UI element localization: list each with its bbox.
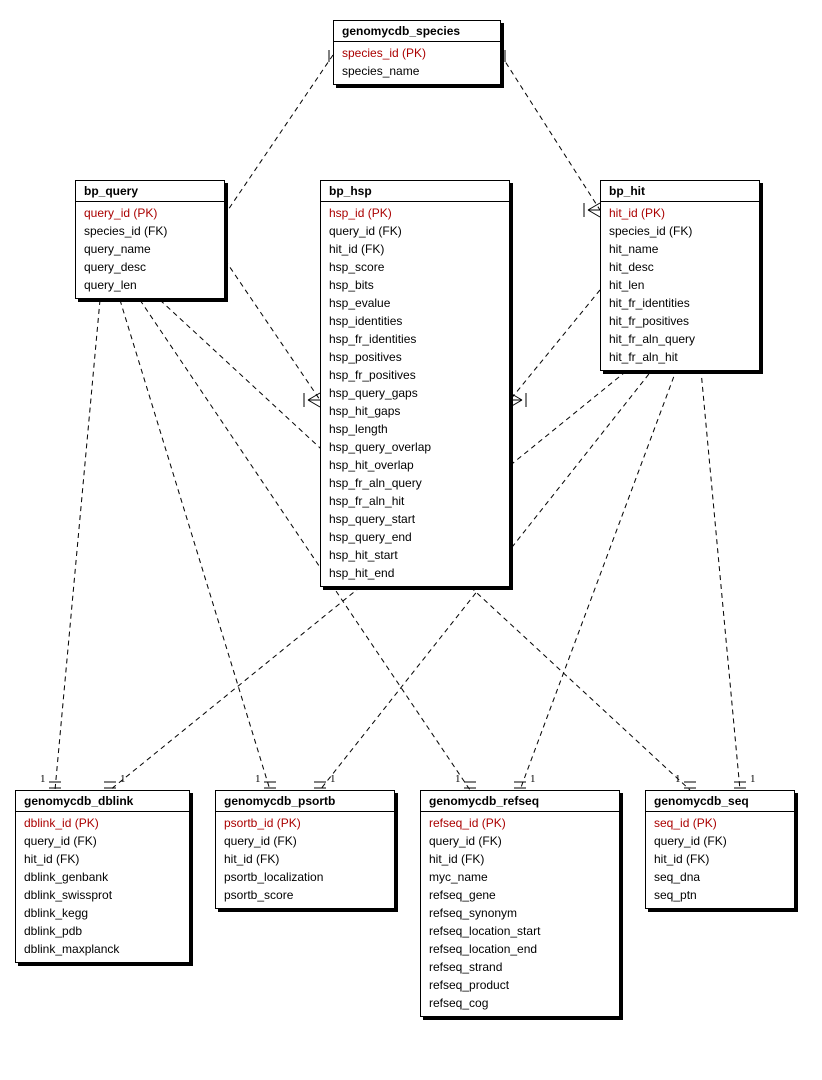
svg-text:1: 1 xyxy=(530,773,536,785)
field: dblink_maxplanck xyxy=(16,940,189,958)
field: query_desc xyxy=(76,258,224,276)
field: hit_fr_positives xyxy=(601,312,759,330)
field: hsp_identities xyxy=(321,312,509,330)
field: hsp_positives xyxy=(321,348,509,366)
field: species_id (PK) xyxy=(334,44,500,62)
field: hsp_query_gaps xyxy=(321,384,509,402)
field: hsp_hit_overlap xyxy=(321,456,509,474)
field: query_id (FK) xyxy=(216,832,394,850)
entity-fields: dblink_id (PK) query_id (FK) hit_id (FK)… xyxy=(16,812,189,962)
field: refseq_cog xyxy=(421,994,619,1012)
field: seq_ptn xyxy=(646,886,794,904)
entity-genomycdb-psortb: genomycdb_psortb psortb_id (PK) query_id… xyxy=(215,790,395,909)
entity-title: bp_hit xyxy=(601,181,759,202)
field: refseq_location_start xyxy=(421,922,619,940)
field: species_id (FK) xyxy=(601,222,759,240)
field: hit_id (FK) xyxy=(16,850,189,868)
entity-fields: hsp_id (PK) query_id (FK) hit_id (FK) hs… xyxy=(321,202,509,586)
svg-text:1: 1 xyxy=(255,773,261,785)
field: refseq_strand xyxy=(421,958,619,976)
entity-title: genomycdb_species xyxy=(334,21,500,42)
field: dblink_swissprot xyxy=(16,886,189,904)
entity-title: genomycdb_dblink xyxy=(16,791,189,812)
entity-genomycdb-seq: genomycdb_seq seq_id (PK) query_id (FK) … xyxy=(645,790,795,909)
field: hsp_query_overlap xyxy=(321,438,509,456)
svg-text:1: 1 xyxy=(675,773,681,785)
field: hsp_fr_aln_query xyxy=(321,474,509,492)
field: hsp_evalue xyxy=(321,294,509,312)
field: hsp_hit_end xyxy=(321,564,509,582)
svg-text:1: 1 xyxy=(330,773,336,785)
entity-fields: psortb_id (PK) query_id (FK) hit_id (FK)… xyxy=(216,812,394,908)
field: hit_desc xyxy=(601,258,759,276)
entity-title: genomycdb_seq xyxy=(646,791,794,812)
field: hit_id (FK) xyxy=(646,850,794,868)
entity-title: genomycdb_refseq xyxy=(421,791,619,812)
entity-title: genomycdb_psortb xyxy=(216,791,394,812)
field: hsp_score xyxy=(321,258,509,276)
field: refseq_location_end xyxy=(421,940,619,958)
field: hit_id (FK) xyxy=(216,850,394,868)
field: query_name xyxy=(76,240,224,258)
entity-title: bp_hsp xyxy=(321,181,509,202)
field: query_id (FK) xyxy=(421,832,619,850)
field: dblink_kegg xyxy=(16,904,189,922)
entity-fields: query_id (PK) species_id (FK) query_name… xyxy=(76,202,224,298)
field: hsp_fr_aln_hit xyxy=(321,492,509,510)
entity-genomycdb-refseq: genomycdb_refseq refseq_id (PK) query_id… xyxy=(420,790,620,1017)
field: refseq_id (PK) xyxy=(421,814,619,832)
field: query_id (PK) xyxy=(76,204,224,222)
entity-genomycdb-species: genomycdb_species species_id (PK) specie… xyxy=(333,20,501,85)
field: refseq_product xyxy=(421,976,619,994)
field: psortb_score xyxy=(216,886,394,904)
field: seq_dna xyxy=(646,868,794,886)
entity-bp-query: bp_query query_id (PK) species_id (FK) q… xyxy=(75,180,225,299)
field: hit_id (FK) xyxy=(421,850,619,868)
entity-fields: species_id (PK) species_name xyxy=(334,42,500,84)
field: hit_id (PK) xyxy=(601,204,759,222)
entity-title: bp_query xyxy=(76,181,224,202)
svg-text:1: 1 xyxy=(40,773,46,785)
field: hsp_query_start xyxy=(321,510,509,528)
field: myc_name xyxy=(421,868,619,886)
field: hsp_id (PK) xyxy=(321,204,509,222)
field: species_id (FK) xyxy=(76,222,224,240)
field: dblink_genbank xyxy=(16,868,189,886)
field: seq_id (PK) xyxy=(646,814,794,832)
field: hsp_fr_positives xyxy=(321,366,509,384)
field: hsp_hit_start xyxy=(321,546,509,564)
field: hit_fr_identities xyxy=(601,294,759,312)
entity-bp-hit: bp_hit hit_id (PK) species_id (FK) hit_n… xyxy=(600,180,760,371)
field: refseq_gene xyxy=(421,886,619,904)
field: hsp_hit_gaps xyxy=(321,402,509,420)
field: species_name xyxy=(334,62,500,80)
entity-genomycdb-dblink: genomycdb_dblink dblink_id (PK) query_id… xyxy=(15,790,190,963)
entity-bp-hsp: bp_hsp hsp_id (PK) query_id (FK) hit_id … xyxy=(320,180,510,587)
field: refseq_synonym xyxy=(421,904,619,922)
field: hsp_fr_identities xyxy=(321,330,509,348)
svg-text:1: 1 xyxy=(120,773,126,785)
field: query_id (FK) xyxy=(321,222,509,240)
field: query_id (FK) xyxy=(646,832,794,850)
svg-text:1: 1 xyxy=(455,773,461,785)
field: hit_fr_aln_query xyxy=(601,330,759,348)
field: hsp_bits xyxy=(321,276,509,294)
field: hsp_length xyxy=(321,420,509,438)
field: hit_id (FK) xyxy=(321,240,509,258)
field: dblink_id (PK) xyxy=(16,814,189,832)
field: hsp_query_end xyxy=(321,528,509,546)
field: query_len xyxy=(76,276,224,294)
svg-text:1: 1 xyxy=(750,773,756,785)
entity-fields: refseq_id (PK) query_id (FK) hit_id (FK)… xyxy=(421,812,619,1016)
field: hit_name xyxy=(601,240,759,258)
field: psortb_id (PK) xyxy=(216,814,394,832)
field: hit_len xyxy=(601,276,759,294)
field: psortb_localization xyxy=(216,868,394,886)
field: query_id (FK) xyxy=(16,832,189,850)
entity-fields: hit_id (PK) species_id (FK) hit_name hit… xyxy=(601,202,759,370)
entity-fields: seq_id (PK) query_id (FK) hit_id (FK) se… xyxy=(646,812,794,908)
field: hit_fr_aln_hit xyxy=(601,348,759,366)
field: dblink_pdb xyxy=(16,922,189,940)
